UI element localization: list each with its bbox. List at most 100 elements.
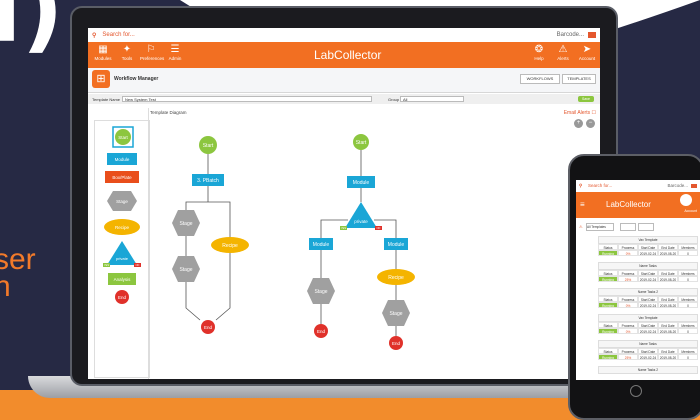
barcode-icon[interactable] xyxy=(588,32,596,38)
table-row[interactable]: Running 0% 2019-02-24 2019-08-20 0 xyxy=(598,328,698,334)
workflows-button[interactable]: WORKFLOWS xyxy=(520,74,560,84)
svg-text:Module: Module xyxy=(115,157,130,162)
palette-stage[interactable]: Stage xyxy=(107,191,137,211)
node-end-right-left[interactable]: End xyxy=(314,324,328,338)
phone-account-label: Account xyxy=(684,209,697,213)
sliders-icon: ☰ xyxy=(170,44,180,55)
bookmark-icon: ⚐ xyxy=(146,44,156,55)
svg-text:Box/Plate: Box/Plate xyxy=(112,175,132,180)
palette-module[interactable]: Module xyxy=(107,153,137,165)
svg-text:Stage: Stage xyxy=(314,289,327,295)
nav-alerts[interactable]: ⚠ Alerts xyxy=(552,44,574,61)
node-stage-right-2[interactable]: Stage xyxy=(382,300,410,326)
node-recipe-left[interactable]: Recipe xyxy=(211,237,249,253)
svg-text:End: End xyxy=(204,325,213,330)
phone-nav: ≡ LabCollector Account xyxy=(576,192,700,218)
phone-table: Name Tasks 2 Status Progress Start Date End… xyxy=(598,288,698,308)
hero-heading: i) xyxy=(0,0,64,63)
svg-text:Module: Module xyxy=(313,242,330,248)
svg-text:Stage: Stage xyxy=(179,267,192,273)
palette-recipe[interactable]: Recipe xyxy=(104,219,140,235)
palette-start[interactable]: Start xyxy=(112,126,134,148)
svg-text:YES: YES xyxy=(104,264,109,267)
node-module-right-left[interactable]: Module xyxy=(309,238,333,250)
template-name-input[interactable]: New System Test xyxy=(122,96,372,102)
search-input[interactable]: Search for... xyxy=(102,32,134,38)
top-nav: ▦ Modules ✦ Tools ⚐ Preferences ☰ Admin LabC… xyxy=(88,42,600,68)
palette-box-plate[interactable]: Box/Plate xyxy=(105,171,139,183)
alert-icon: ⚠ xyxy=(558,44,568,55)
phone-template-select[interactable]: All Templates xyxy=(586,223,614,231)
email-alerts-toggle[interactable]: Email Alerts ☐ xyxy=(564,110,596,116)
phone-filter-input[interactable] xyxy=(620,223,636,231)
svg-text:private: private xyxy=(116,256,129,261)
node-module-right-right[interactable]: Module xyxy=(384,238,408,250)
node-stage-right[interactable]: Stage xyxy=(307,278,335,304)
phone-table: Name Tasks Status Progress Start Date End D… xyxy=(598,340,698,360)
group-select[interactable]: All xyxy=(400,96,464,102)
svg-text:End: End xyxy=(118,295,127,300)
nav-preferences[interactable]: ⚐ Preferences xyxy=(140,44,164,61)
phone-filter-input-2[interactable] xyxy=(638,223,654,231)
nav-admin[interactable]: ☰ Admin xyxy=(164,44,186,61)
shape-palette: Start Module Box/Plate Stage Recipe priv… xyxy=(94,120,150,378)
phone-search-input[interactable]: Search for... xyxy=(588,183,612,188)
svg-text:Recipe: Recipe xyxy=(222,243,238,249)
save-button[interactable]: Save xyxy=(578,96,594,102)
svg-text:Stage: Stage xyxy=(179,221,192,227)
node-module-left[interactable]: 3. PBatch xyxy=(192,174,224,186)
palette-analysis[interactable]: Analysis xyxy=(108,273,136,285)
brand-logo[interactable]: LabCollector xyxy=(314,48,381,62)
group-label: Group xyxy=(388,97,400,102)
table-row[interactable]: Running 0% 2019-02-24 2019-08-20 0 xyxy=(598,250,698,256)
hero-tagline-line2: n xyxy=(0,270,11,303)
phone-home-button[interactable] xyxy=(630,385,642,397)
phone-table: Vax Template Status Progress Start Date End… xyxy=(598,314,698,334)
laptop-screen: ⚲ Search for... Barcode... ▦ Modules ✦ Too… xyxy=(88,28,600,379)
phone-account-icon[interactable] xyxy=(680,194,692,206)
nav-tools[interactable]: ✦ Tools xyxy=(116,44,138,61)
phone-table: Vax Template Status Progress Start Date End… xyxy=(598,236,698,256)
phone-search-icon[interactable]: ⚲ xyxy=(579,183,582,189)
node-end-right-right[interactable]: End xyxy=(389,336,403,350)
node-stage-left-1[interactable]: Stage xyxy=(172,210,200,236)
svg-text:Start: Start xyxy=(356,140,367,146)
nav-help[interactable]: ❂ Help xyxy=(528,44,550,61)
wrench-icon: ✦ xyxy=(122,44,132,55)
barcode-field[interactable]: Barcode... xyxy=(557,32,584,38)
search-bar[interactable]: ⚲ Search for... Barcode... xyxy=(88,28,600,43)
grid-icon: ▦ xyxy=(98,44,108,55)
svg-text:NO: NO xyxy=(377,227,381,230)
node-start-left[interactable]: Start xyxy=(199,136,217,154)
menu-icon[interactable]: ≡ xyxy=(580,200,585,209)
node-module-right[interactable]: Module xyxy=(347,176,375,188)
phone-brand[interactable]: LabCollector xyxy=(606,200,651,209)
warning-icon: ⚠ xyxy=(579,224,583,229)
node-start-right[interactable]: Start xyxy=(353,134,369,150)
table-row[interactable]: Running 25% 2019-02-24 2019-08-20 0 xyxy=(598,276,698,282)
template-form: Template Name New System Test Group All … xyxy=(88,94,600,104)
node-recipe-right[interactable]: Recipe xyxy=(377,269,415,285)
templates-button[interactable]: TEMPLATES xyxy=(562,74,596,84)
table-row[interactable]: Running 0% 2019-02-24 2019-08-20 0 xyxy=(598,302,698,308)
palette-end[interactable]: End xyxy=(115,290,129,304)
page-title: Workflow Manager xyxy=(114,76,159,82)
nav-modules[interactable]: ▦ Modules xyxy=(92,44,114,61)
node-end-left[interactable]: End xyxy=(201,320,215,334)
table-row[interactable]: Running 25% 2019-02-24 2019-08-20 0 xyxy=(598,354,698,360)
phone-filter-bar: ⚠ All Templates xyxy=(576,220,700,234)
help-icon: ❂ xyxy=(534,44,544,55)
svg-text:YES: YES xyxy=(341,227,346,230)
node-stage-left-2[interactable]: Stage xyxy=(172,256,200,282)
table-title: Vax Template xyxy=(598,314,698,322)
nav-account[interactable]: ➤ Account xyxy=(576,44,598,61)
node-decision-right[interactable]: private YES NO xyxy=(340,202,382,230)
phone-barcode-field[interactable]: Barcode... xyxy=(667,183,688,188)
palette-decision[interactable]: private YES NO xyxy=(103,241,141,267)
table-title: Name Tasks xyxy=(598,340,698,348)
phone-screen: ⚲ Search for... Barcode... ≡ LabCollecto… xyxy=(576,180,700,380)
phone-barcode-icon[interactable] xyxy=(691,184,697,188)
search-icon[interactable]: ⚲ xyxy=(92,32,96,39)
workflow-icon: ⊞ xyxy=(92,70,110,88)
table-title: Name Tasks 2 xyxy=(598,366,698,374)
